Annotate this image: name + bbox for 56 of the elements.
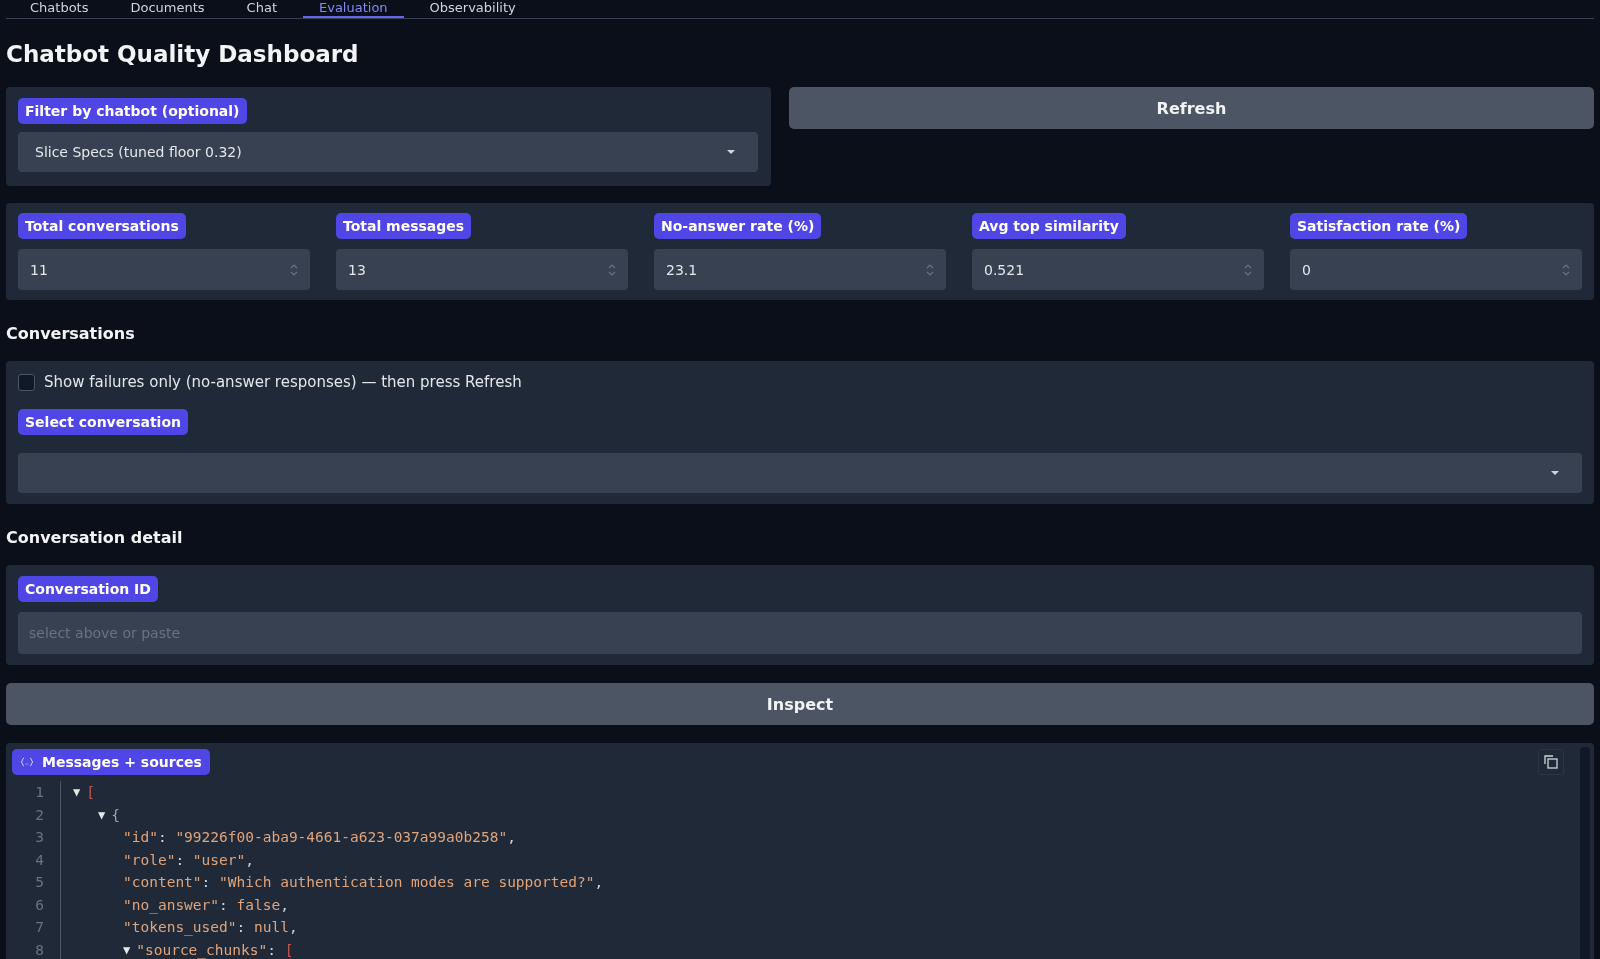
line-number: 8 bbox=[34, 941, 45, 958]
line-number: 3 bbox=[34, 829, 45, 846]
code-text: "role": "user", bbox=[123, 851, 254, 868]
field-label: Select conversation bbox=[18, 409, 188, 435]
code-text: "tokens_used": null, bbox=[123, 919, 298, 936]
refresh-button[interactable]: Refresh bbox=[789, 87, 1594, 129]
number-field[interactable]: 13 bbox=[336, 249, 628, 290]
caret-icon bbox=[726, 149, 736, 155]
code-text: { bbox=[111, 806, 120, 823]
json-label-text: Messages + sources bbox=[42, 754, 202, 770]
stepper-icon bbox=[1244, 262, 1252, 277]
collapse-toggle[interactable]: ▼ bbox=[98, 807, 106, 822]
number-field[interactable]: 0 bbox=[1290, 249, 1582, 290]
inspect-button[interactable]: Inspect bbox=[6, 683, 1594, 725]
code-text: "content": "Which authentication modes are supported?", bbox=[123, 874, 604, 891]
number-field[interactable]: 0.521 bbox=[972, 249, 1264, 290]
section-heading: Conversation detail bbox=[6, 528, 184, 547]
code-text: [ bbox=[86, 784, 95, 801]
tab[interactable]: Documents bbox=[114, 0, 221, 18]
code-text: "no_answer": false, bbox=[123, 896, 289, 913]
tab[interactable]: Observability bbox=[413, 0, 532, 18]
metric-label: Satisfaction rate (%) bbox=[1290, 213, 1468, 239]
stepper-icon bbox=[608, 262, 616, 277]
page-title: Chatbot Quality Dashboard bbox=[6, 41, 360, 67]
metric-label: No-answer rate (%) bbox=[654, 213, 822, 239]
stepper-icon bbox=[1562, 262, 1570, 277]
stepper-icon bbox=[926, 262, 934, 277]
checkbox[interactable] bbox=[18, 373, 35, 391]
code-text: "id": "99226f00-aba9-4661-a623-037a99a0b258", bbox=[123, 829, 516, 846]
section-heading: Conversations bbox=[6, 324, 136, 343]
line-number: 2 bbox=[34, 806, 45, 823]
line-number: 5 bbox=[34, 874, 45, 891]
field-label: Conversation ID bbox=[18, 576, 158, 602]
stepper-icon bbox=[290, 262, 298, 277]
collapse-toggle[interactable]: ▼ bbox=[123, 942, 131, 957]
line-number: 6 bbox=[34, 896, 45, 913]
tab[interactable]: Chatbots bbox=[14, 0, 105, 18]
number-field[interactable]: 11 bbox=[18, 249, 310, 290]
braces-icon bbox=[20, 757, 34, 767]
line-number: 1 bbox=[34, 784, 45, 801]
metric-label: Avg top similarity bbox=[972, 213, 1126, 239]
metric-label: Total conversations bbox=[18, 213, 186, 239]
line-number: 7 bbox=[34, 919, 45, 936]
line-number: 4 bbox=[34, 851, 45, 868]
tab[interactable]: Chat bbox=[230, 0, 293, 18]
copy-icon bbox=[1544, 755, 1558, 769]
field-label: Filter by chatbot (optional) bbox=[18, 98, 247, 124]
tab[interactable]: Evaluation bbox=[303, 0, 404, 18]
code-text: "source_chunks": [ bbox=[136, 941, 294, 958]
metric-label: Total messages bbox=[336, 213, 472, 239]
chatbot-dropdown[interactable]: Slice Specs (tuned floor 0.32) bbox=[18, 132, 758, 172]
caret-icon bbox=[1550, 470, 1560, 476]
checkbox-label[interactable]: Show failures only (no-answer responses) — then press Refresh bbox=[44, 373, 522, 391]
number-field[interactable]: 23.1 bbox=[654, 249, 946, 290]
copy-button[interactable] bbox=[1538, 749, 1564, 775]
collapse-toggle[interactable]: ▼ bbox=[73, 785, 81, 800]
